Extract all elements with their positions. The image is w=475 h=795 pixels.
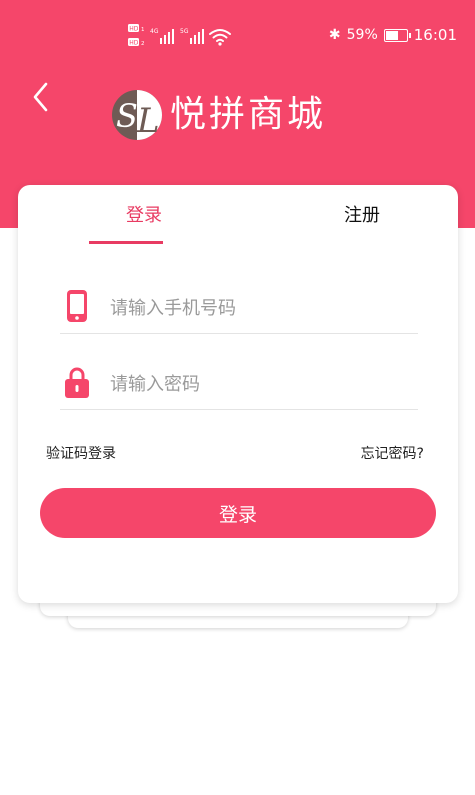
tab-register[interactable]: 注册 [330, 203, 394, 229]
forgot-password-link[interactable]: 忘记密码? [361, 443, 424, 463]
battery-icon [383, 28, 411, 42]
phone-icon [67, 290, 87, 322]
network-label: 4G [150, 28, 159, 35]
password-field [60, 359, 418, 410]
svg-text:2: 2 [141, 41, 145, 47]
phone-input[interactable] [108, 287, 412, 329]
back-button[interactable] [28, 80, 58, 114]
logo-text: S [116, 97, 138, 135]
battery-level [385, 30, 398, 40]
password-input[interactable] [108, 363, 412, 405]
phone-field [60, 283, 418, 334]
status-bar: HD HD 1 2 4G 5G ✱ 59% 16:01 [0, 20, 475, 50]
svg-text:1: 1 [141, 27, 145, 33]
tab-login[interactable]: 登录 [106, 203, 182, 229]
app-title: 悦拼商城 [170, 94, 327, 135]
status-right: ✱ 59% 16:01 [329, 26, 457, 44]
clock: 16:01 [413, 26, 457, 44]
network-label-2: 5G [180, 28, 189, 35]
tab-active-indicator [89, 241, 163, 244]
app-logo: S L [112, 90, 162, 141]
sms-login-link[interactable]: 验证码登录 [46, 443, 116, 463]
signal-icons: HD HD 1 2 4G 5G [128, 24, 231, 47]
login-card: 登录 注册 验证码登录 忘记密码? 登录 [18, 185, 458, 603]
battery-percent: 59% [346, 27, 378, 43]
chevron-left-icon [33, 82, 48, 112]
svg-text:L: L [136, 101, 160, 141]
bluetooth-icon: ✱ [328, 27, 341, 43]
wifi-icon [209, 29, 231, 42]
lock-icon [65, 367, 89, 398]
login-button[interactable]: 登录 [40, 488, 436, 538]
hd-badge: HD [129, 25, 139, 32]
svg-text:HD: HD [129, 39, 139, 46]
